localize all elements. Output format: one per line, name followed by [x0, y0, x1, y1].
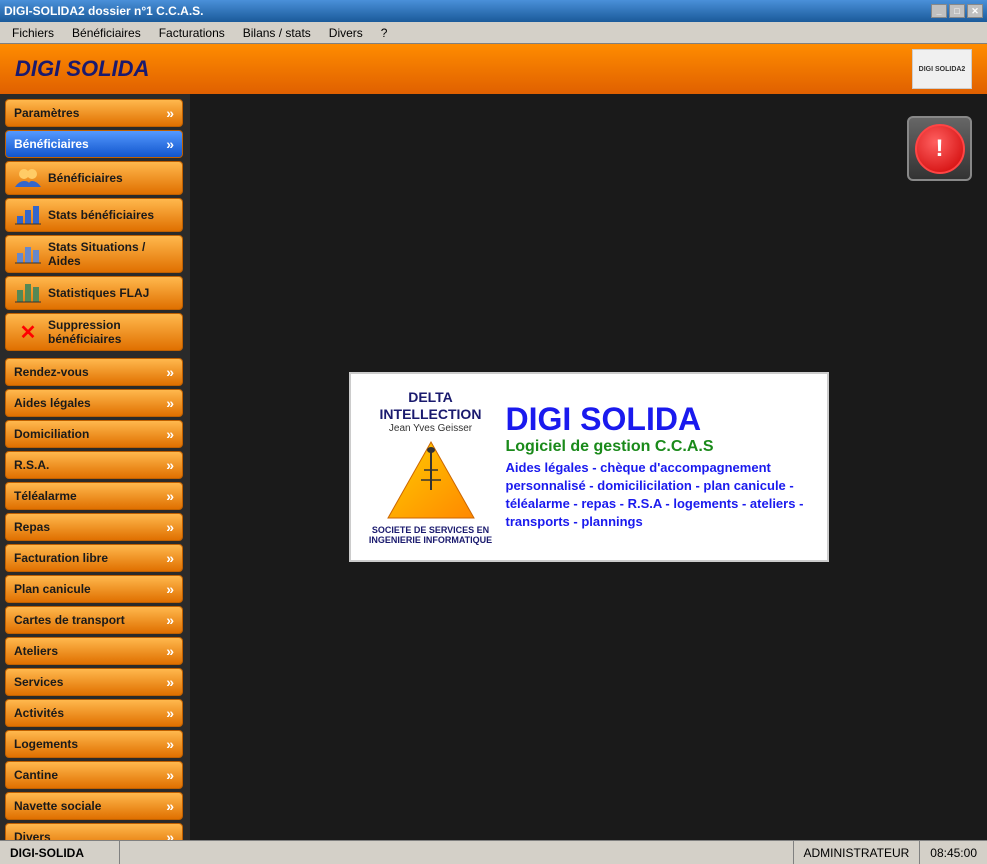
chevrons-icon: »: [166, 736, 174, 752]
company-description: SOCIETE DE SERVICES EN INGENIERIE INFORM…: [366, 525, 496, 545]
banner-left: DELTA INTELLECTION Jean Yves Geisser: [366, 389, 496, 545]
banner-description: Aides légales - chèque d'accompagnement …: [506, 459, 812, 532]
cartes-transport-button[interactable]: Cartes de transport »: [5, 606, 183, 634]
logements-button[interactable]: Logements »: [5, 730, 183, 758]
stats-beneficiaires-button[interactable]: Stats bénéficiaires: [5, 198, 183, 232]
chevrons-icon: »: [166, 550, 174, 566]
menu-help[interactable]: ?: [373, 24, 396, 42]
maximize-button[interactable]: □: [949, 4, 965, 18]
chevrons-icon: »: [166, 136, 174, 152]
app-title: DIGI SOLIDA: [15, 56, 149, 82]
chevrons-icon: »: [166, 643, 174, 659]
company-name: DELTA INTELLECTION Jean Yves Geisser: [366, 389, 496, 435]
plan-canicule-button[interactable]: Plan canicule »: [5, 575, 183, 603]
chart3-icon: [14, 281, 42, 305]
title-bar-controls: _ □ ✕: [931, 4, 983, 18]
section-beneficiaires-button[interactable]: Bénéficiaires »: [5, 130, 183, 158]
header: DIGI SOLIDA DIGI SOLIDA2: [0, 44, 987, 94]
chevrons-icon: »: [166, 395, 174, 411]
minimize-button[interactable]: _: [931, 4, 947, 18]
content-area: DELTA INTELLECTION Jean Yves Geisser: [190, 94, 987, 840]
repas-button[interactable]: Repas »: [5, 513, 183, 541]
chevrons-icon: »: [166, 829, 174, 840]
suppression-button[interactable]: ✕ Suppression bénéficiaires: [5, 313, 183, 351]
activites-button[interactable]: Activités »: [5, 699, 183, 727]
chart-icon: [14, 203, 42, 227]
menu-divers[interactable]: Divers: [321, 24, 371, 42]
header-logo: DIGI SOLIDA2: [912, 49, 972, 89]
title-bar: DIGI-SOLIDA2 dossier n°1 C.C.A.S. _ □ ✕: [0, 0, 987, 22]
divers-button[interactable]: Divers »: [5, 823, 183, 840]
cantine-button[interactable]: Cantine »: [5, 761, 183, 789]
title-bar-text: DIGI-SOLIDA2 dossier n°1 C.C.A.S.: [4, 4, 204, 18]
chevrons-icon: »: [166, 767, 174, 783]
facturation-libre-button[interactable]: Facturation libre »: [5, 544, 183, 572]
chevrons-icon: »: [166, 105, 174, 121]
chevrons-icon: »: [166, 488, 174, 504]
alert-button[interactable]: !: [907, 116, 972, 181]
ateliers-button[interactable]: Ateliers »: [5, 637, 183, 665]
statistiques-flaj-button[interactable]: Statistiques FLAJ: [5, 276, 183, 310]
status-user: ADMINISTRATEUR: [793, 841, 920, 864]
rendez-vous-button[interactable]: Rendez-vous »: [5, 358, 183, 386]
menu-bar: Fichiers Bénéficiaires Facturations Bila…: [0, 22, 987, 44]
section-parametres-button[interactable]: Paramètres »: [5, 99, 183, 127]
chevrons-icon: »: [166, 581, 174, 597]
status-time: 08:45:00: [919, 841, 987, 864]
beneficiaires-button[interactable]: Bénéficiaires: [5, 161, 183, 195]
menu-fichiers[interactable]: Fichiers: [4, 24, 62, 42]
navette-sociale-button[interactable]: Navette sociale »: [5, 792, 183, 820]
rsa-button[interactable]: R.S.A. »: [5, 451, 183, 479]
close-button[interactable]: ✕: [967, 4, 983, 18]
main-layout: Paramètres » Bénéficiaires » Bénéficiair…: [0, 94, 987, 840]
status-app-name: DIGI-SOLIDA: [0, 841, 120, 864]
menu-facturations[interactable]: Facturations: [151, 24, 233, 42]
chevrons-icon: »: [166, 674, 174, 690]
digi-solida-banner: DELTA INTELLECTION Jean Yves Geisser: [349, 372, 829, 562]
alert-icon: !: [915, 124, 965, 174]
stats-situations-button[interactable]: Stats Situations / Aides: [5, 235, 183, 273]
telealarme-button[interactable]: Téléalarme »: [5, 482, 183, 510]
chevrons-icon: »: [166, 457, 174, 473]
delete-icon: ✕: [14, 320, 42, 344]
chevrons-icon: »: [166, 364, 174, 380]
sidebar: Paramètres » Bénéficiaires » Bénéficiair…: [0, 94, 190, 840]
menu-bilans-stats[interactable]: Bilans / stats: [235, 24, 319, 42]
services-button[interactable]: Services »: [5, 668, 183, 696]
chevrons-icon: »: [166, 612, 174, 628]
people-icon: [14, 166, 42, 190]
banner-title: DIGI SOLIDA: [506, 403, 812, 435]
status-bar: DIGI-SOLIDA ADMINISTRATEUR 08:45:00: [0, 840, 987, 864]
domiciliation-button[interactable]: Domiciliation »: [5, 420, 183, 448]
chevrons-icon: »: [166, 705, 174, 721]
chevrons-icon: »: [166, 798, 174, 814]
chevrons-icon: »: [166, 519, 174, 535]
menu-beneficiaires[interactable]: Bénéficiaires: [64, 24, 149, 42]
aides-legales-button[interactable]: Aides légales »: [5, 389, 183, 417]
chart2-icon: [14, 242, 42, 266]
banner-subtitle: Logiciel de gestion C.C.A.S: [506, 438, 812, 456]
chevrons-icon: »: [166, 426, 174, 442]
banner-right: DIGI SOLIDA Logiciel de gestion C.C.A.S …: [506, 403, 812, 532]
company-triangle-logo: [386, 440, 476, 520]
